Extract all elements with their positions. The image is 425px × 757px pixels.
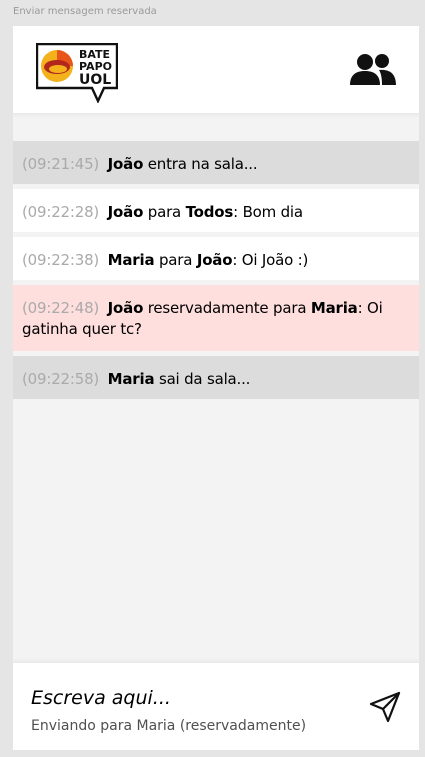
people-icon — [350, 54, 396, 85]
message-input[interactable] — [31, 687, 351, 709]
send-icon — [369, 691, 401, 723]
header: BATE PAPO UOL — [13, 26, 419, 113]
message-public: (09:22:38) Maria para João: Oi João :) — [13, 237, 419, 280]
message-sender: João — [107, 155, 144, 173]
message-private: (09:22:48) João reservadamente para Mari… — [13, 285, 419, 351]
send-button[interactable] — [368, 690, 402, 724]
message-list: (09:21:45) João entra na sala... (09:22:… — [13, 141, 419, 404]
message-time: (09:22:48) — [22, 299, 100, 317]
message-time: (09:22:38) — [22, 251, 100, 269]
message-colon: : — [232, 251, 242, 269]
message-connector: reservadamente para — [147, 299, 307, 317]
message-text: entra na sala... — [147, 155, 258, 173]
chat-screen: BATE PAPO UOL (09:21:45) João entra na s… — [13, 26, 419, 750]
message-colon: : — [357, 299, 368, 317]
message-sender: Maria — [107, 251, 155, 269]
message-sender: João — [107, 203, 144, 221]
message-time: (09:22:58) — [22, 370, 100, 388]
message-colon: : — [233, 203, 243, 221]
message-connector: para — [158, 251, 193, 269]
message-status-exit: (09:22:58) Maria sai da sala... — [13, 356, 419, 399]
bate-papo-uol-logo: BATE PAPO UOL — [36, 43, 118, 103]
message-text: sai da sala... — [158, 370, 251, 388]
message-public: (09:22:28) João para Todos: Bom dia — [13, 189, 419, 232]
message-status-entry: (09:21:45) João entra na sala... — [13, 141, 419, 184]
message-text: Bom dia — [242, 203, 304, 221]
message-text: Oi João :) — [241, 251, 309, 269]
message-recipient: Todos — [185, 203, 234, 221]
message-time: (09:21:45) — [22, 155, 100, 173]
composer: Enviando para Maria (reservadamente) — [13, 663, 419, 750]
recipient-info: Enviando para Maria (reservadamente) — [31, 718, 307, 734]
message-connector: para — [147, 203, 182, 221]
message-recipient: João — [196, 251, 233, 269]
message-sender: João — [107, 299, 144, 317]
message-recipient: Maria — [310, 299, 358, 317]
message-sender: Maria — [107, 370, 155, 388]
frame-label: Enviar mensagem reservada — [13, 6, 157, 17]
svg-text:UOL: UOL — [79, 72, 111, 88]
message-time: (09:22:28) — [22, 203, 100, 221]
participants-button[interactable] — [349, 52, 397, 88]
